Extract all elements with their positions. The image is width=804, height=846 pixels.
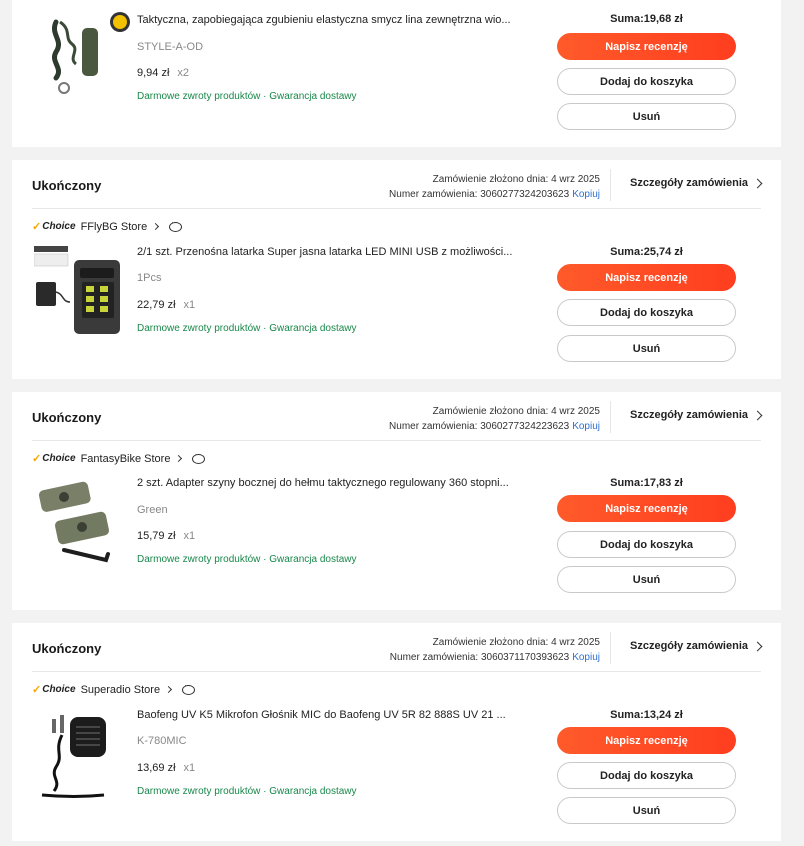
order-sum: Suma:13,24 zł [610,709,683,721]
chat-icon[interactable] [192,450,206,464]
order-details-link[interactable]: Szczegóły zamówienia [630,640,763,652]
add-to-cart-button[interactable]: Dodaj do koszyka [557,299,736,326]
divider [610,169,611,201]
order-meta: Zamówienie złożono dnia: 4 wrz 2025 Nume… [389,172,600,202]
choice-badge: ✓ Choice [32,683,76,696]
write-review-button[interactable]: Napisz recenzję [557,727,736,754]
write-review-button[interactable]: Napisz recenzję [557,495,736,522]
add-to-cart-button[interactable]: Dodaj do koszyka [557,531,736,558]
quantity: x2 [177,67,190,79]
write-review-button[interactable]: Napisz recenzję [557,33,736,60]
chat-icon[interactable] [169,218,183,232]
order-details-label: Szczegóły zamówienia [630,409,748,421]
divider [610,632,611,664]
store-row: ✓ Choice FantasyBike Store [32,450,206,465]
order-card: Ukończony Zamówienie złożono dnia: 4 wrz… [12,160,781,379]
product-variant: K-780MIC [137,735,187,747]
check-icon: ✓ [32,221,42,233]
choice-badge: ✓ Choice [32,220,76,233]
product-variant: 1Pcs [137,272,162,284]
order-details-label: Szczegóły zamówienia [630,640,748,652]
price-value: 15,79 zł [137,530,176,542]
order-details-link[interactable]: Szczegóły zamówienia [630,177,763,189]
chevron-right-icon [752,410,763,420]
order-number: Numer zamówienia: 3060277324223623 [389,421,570,432]
product-title[interactable]: Baofeng UV K5 Mikrofon Głośnik MIC do Ba… [137,709,522,721]
order-sum: Suma:19,68 zł [610,13,683,25]
order-sum: Suma:25,74 zł [610,246,683,258]
quantity: x1 [183,299,196,311]
order-status: Ukończony [32,178,102,193]
product-image[interactable] [33,246,124,336]
product-price: 15,79 zł x1 [137,530,195,542]
delivery-notes: Darmowe zwroty produktów · Gwarancja dos… [137,323,357,334]
product-image[interactable] [42,10,132,100]
quantity: x1 [183,530,196,542]
delivery-notes: Darmowe zwroty produktów · Gwarancja dos… [137,91,357,102]
store-row: ✓ Choice FFlyBG Store [32,218,183,233]
delivery-notes: Darmowe zwroty produktów · Gwarancja dos… [137,554,357,565]
order-header: Ukończony Zamówienie złożono dnia: 4 wrz… [32,623,763,672]
product-price: 13,69 zł x1 [137,762,195,774]
order-status: Ukończony [32,410,102,425]
divider [610,401,611,433]
copy-button[interactable]: Kopiuj [572,652,600,663]
order-details-link[interactable]: Szczegóły zamówienia [630,409,763,421]
order-sum: Suma:17,83 zł [610,477,683,489]
check-icon: ✓ [32,684,42,696]
order-details-label: Szczegóły zamówienia [630,177,748,189]
order-date: Zamówienie złożono dnia: 4 wrz 2025 [432,174,600,185]
remove-button[interactable]: Usuń [557,335,736,362]
order-header: Ukończony Zamówienie złożono dnia: 4 wrz… [32,392,763,441]
choice-label: Choice [42,684,76,695]
price-value: 13,69 zł [137,762,176,774]
quantity: x1 [183,762,196,774]
order-card: Ukończony Zamówienie złożono dnia: 4 wrz… [12,623,781,841]
price-value: 22,79 zł [137,299,176,311]
copy-button[interactable]: Kopiuj [572,189,600,200]
check-icon: ✓ [32,453,42,465]
chevron-right-icon [752,641,763,651]
choice-label: Choice [42,221,76,232]
product-title[interactable]: 2/1 szt. Przenośna latarka Super jasna l… [137,246,522,258]
remove-button[interactable]: Usuń [557,103,736,130]
product-title[interactable]: Taktyczna, zapobiegająca zgubieniu elast… [137,14,522,26]
store-link[interactable]: FFlyBG Store [81,221,148,233]
product-price: 9,94 zł x2 [137,67,189,79]
order-card: Taktyczna, zapobiegająca zgubieniu elast… [12,0,781,147]
store-link[interactable]: FantasyBike Store [81,453,171,465]
product-image[interactable] [34,478,124,568]
store-row: ✓ Choice Superadio Store [32,681,196,696]
chevron-right-icon [752,178,763,188]
product-image[interactable] [34,711,124,801]
order-date: Zamówienie złożono dnia: 4 wrz 2025 [432,637,600,648]
product-variant: STYLE-A-OD [137,41,204,53]
order-number: Numer zamówienia: 3060371170393623 [389,652,570,663]
order-status: Ukończony [32,641,102,656]
order-card: Ukończony Zamówienie złożono dnia: 4 wrz… [12,392,781,610]
add-to-cart-button[interactable]: Dodaj do koszyka [557,68,736,95]
order-number: Numer zamówienia: 3060277324203623 [389,189,570,200]
choice-label: Choice [42,453,76,464]
chevron-right-icon [175,454,183,463]
order-meta: Zamówienie złożono dnia: 4 wrz 2025 Nume… [390,635,600,665]
order-header: Ukończony Zamówienie złożono dnia: 4 wrz… [32,160,763,209]
remove-button[interactable]: Usuń [557,797,736,824]
choice-badge: ✓ Choice [32,452,76,465]
delivery-notes: Darmowe zwroty produktów · Gwarancja dos… [137,786,357,797]
order-date: Zamówienie złożono dnia: 4 wrz 2025 [432,406,600,417]
product-variant: Green [137,504,168,516]
product-price: 22,79 zł x1 [137,299,195,311]
price-value: 9,94 zł [137,67,170,79]
store-link[interactable]: Superadio Store [81,684,161,696]
copy-button[interactable]: Kopiuj [572,421,600,432]
order-meta: Zamówienie złożono dnia: 4 wrz 2025 Nume… [389,404,600,434]
remove-button[interactable]: Usuń [557,566,736,593]
chevron-right-icon [152,222,160,231]
product-title[interactable]: 2 szt. Adapter szyny bocznej do hełmu ta… [137,477,522,489]
chat-icon[interactable] [182,681,196,695]
write-review-button[interactable]: Napisz recenzję [557,264,736,291]
add-to-cart-button[interactable]: Dodaj do koszyka [557,762,736,789]
chevron-right-icon [165,685,173,694]
